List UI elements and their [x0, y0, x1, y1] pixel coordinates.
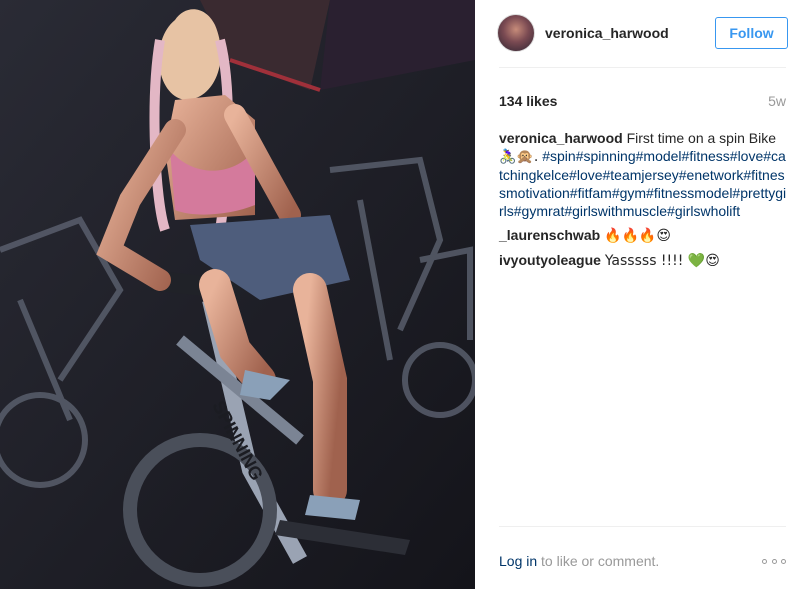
- login-prompt: Log in to like or comment.: [499, 553, 659, 569]
- login-prompt-text: to like or comment.: [537, 553, 660, 569]
- post-details-panel: veronica_harwood Follow 134 likes 5w ver…: [475, 0, 810, 589]
- caption-emoji: 🚴‍♀️🙊.: [499, 149, 539, 165]
- dot-icon: [771, 558, 777, 564]
- post-photo[interactable]: SPINNING: [0, 0, 475, 589]
- comment-username[interactable]: _laurenschwab: [499, 227, 600, 243]
- more-options-icon[interactable]: [762, 556, 786, 566]
- caption-hashtags[interactable]: #spin#spinning#model#fitness#love#catchi…: [499, 148, 786, 219]
- comment-text: Yasssss !!!! 💚😍: [604, 253, 720, 269]
- dot-icon: [781, 558, 786, 564]
- comment-item: ivyoutyoleague Yasssss !!!! 💚😍: [499, 251, 789, 270]
- follow-button[interactable]: Follow: [715, 17, 788, 49]
- post-age[interactable]: 5w: [768, 93, 786, 109]
- comment-text: 🔥🔥🔥😍: [604, 228, 671, 244]
- dot-icon: [762, 558, 767, 564]
- login-link[interactable]: Log in: [499, 553, 537, 569]
- post-header: veronica_harwood Follow: [497, 13, 788, 53]
- comment-username[interactable]: ivyoutyoleague: [499, 252, 601, 268]
- divider: [499, 526, 786, 527]
- caption-text: First time on a spin Bike: [626, 130, 776, 146]
- header-username[interactable]: veronica_harwood: [545, 25, 715, 41]
- caption: veronica_harwood First time on a spin Bi…: [499, 129, 789, 220]
- caption-username[interactable]: veronica_harwood: [499, 130, 623, 146]
- comments-list: veronica_harwood First time on a spin Bi…: [499, 129, 789, 276]
- divider: [499, 67, 786, 68]
- avatar[interactable]: [497, 14, 535, 52]
- likes-count[interactable]: 134 likes: [499, 93, 557, 109]
- photo-illustration: SPINNING: [0, 0, 475, 589]
- comment-item: _laurenschwab 🔥🔥🔥😍: [499, 226, 789, 245]
